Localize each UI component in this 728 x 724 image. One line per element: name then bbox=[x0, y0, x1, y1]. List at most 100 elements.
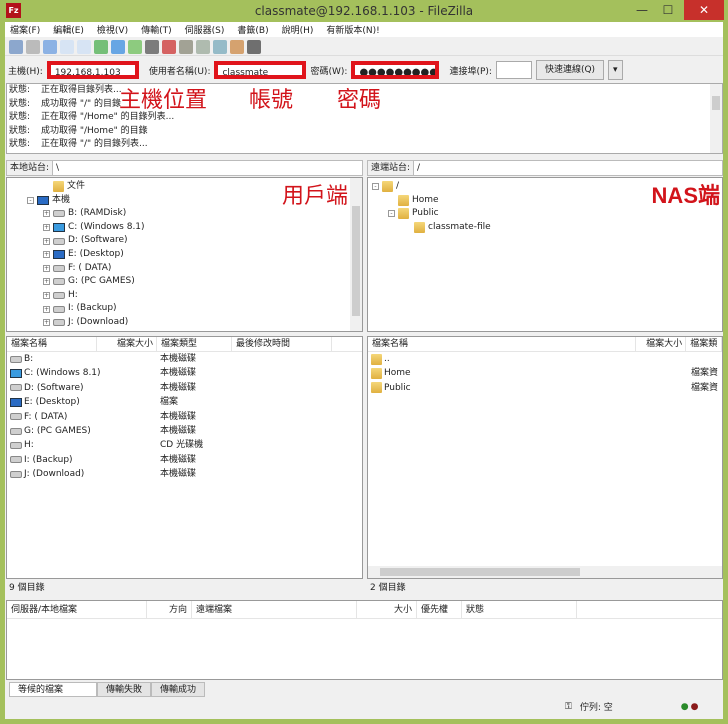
file-row[interactable]: F: ( DATA) 本機磁碟 bbox=[7, 410, 362, 424]
toolbar-icon-button[interactable] bbox=[9, 39, 23, 54]
tree-item[interactable]: + J: (Download) bbox=[11, 316, 362, 330]
collapse-icon[interactable]: - bbox=[388, 210, 395, 218]
toolbar-icon-button[interactable] bbox=[179, 39, 193, 54]
tree-item[interactable]: + F: ( DATA) bbox=[11, 262, 362, 276]
toolbar-icon-button[interactable] bbox=[111, 39, 125, 54]
file-name: I: (Backup) bbox=[7, 453, 157, 467]
queue-column-header[interactable]: 伺服器/本地檔案 bbox=[7, 601, 147, 618]
column-header[interactable]: 檔案類 bbox=[686, 337, 722, 351]
toolbar-icon-button[interactable] bbox=[230, 39, 244, 54]
toolbar-icon-button[interactable] bbox=[213, 39, 227, 54]
username-input[interactable]: classmate bbox=[214, 61, 307, 79]
toolbar-icon-button[interactable] bbox=[247, 39, 261, 54]
tree-label: G: (PC GAMES) bbox=[68, 276, 135, 287]
expand-icon[interactable]: + bbox=[43, 264, 50, 272]
menu-item[interactable]: 傳輸(T) bbox=[141, 23, 172, 36]
toolbar-icon-button[interactable] bbox=[94, 39, 108, 54]
queue-column-header[interactable]: 遠端檔案 bbox=[192, 601, 357, 618]
minimize-button[interactable]: — bbox=[630, 0, 654, 20]
collapse-icon[interactable]: - bbox=[27, 196, 34, 204]
toolbar-icon-button[interactable] bbox=[60, 39, 74, 54]
quickconnect-dropdown[interactable]: ▾ bbox=[608, 60, 623, 80]
file-row[interactable]: Home 檔案資 bbox=[368, 366, 722, 380]
file-row[interactable]: Public 檔案資 bbox=[368, 381, 722, 395]
quickconnect-button[interactable]: 快速連線(Q) bbox=[535, 60, 605, 80]
queue-tab[interactable]: 等候的檔案 bbox=[9, 682, 97, 697]
log-scrollbar[interactable] bbox=[710, 84, 722, 153]
column-header[interactable]: 檔案大小 bbox=[97, 337, 157, 351]
file-row[interactable]: G: (PC GAMES) 本機磁碟 bbox=[7, 424, 362, 438]
expand-icon[interactable]: + bbox=[43, 224, 50, 232]
file-row[interactable]: B: 本機磁碟 bbox=[7, 352, 362, 366]
file-type: 本機磁碟 bbox=[160, 469, 197, 480]
file-row[interactable]: D: (Software) 本機磁碟 bbox=[7, 381, 362, 395]
tree-item[interactable]: + G: (PC GAMES) bbox=[11, 275, 362, 289]
menu-item[interactable]: 檔案(F) bbox=[10, 23, 40, 36]
maximize-button[interactable]: ☐ bbox=[656, 0, 680, 20]
toolbar-icon-button[interactable] bbox=[43, 39, 57, 54]
menu-item[interactable]: 檢視(V) bbox=[97, 23, 128, 36]
column-header[interactable]: 檔案名稱 bbox=[368, 337, 637, 351]
tree-item[interactable]: classmate-file bbox=[372, 221, 722, 235]
tree-item[interactable]: + H: bbox=[11, 289, 362, 303]
file-row[interactable]: C: (Windows 8.1) 本機磁碟 bbox=[7, 366, 362, 380]
menu-item[interactable]: 說明(H) bbox=[282, 23, 314, 36]
password-input[interactable]: ●●●●●●●●● bbox=[351, 61, 440, 79]
expand-icon[interactable]: + bbox=[43, 251, 50, 259]
toolbar-icon-button[interactable] bbox=[162, 39, 176, 54]
menu-item[interactable]: 書籤(B) bbox=[237, 23, 268, 36]
file-row[interactable]: .. bbox=[368, 352, 722, 366]
queue-tab[interactable]: 傳輸成功 bbox=[151, 682, 206, 697]
drive-icon bbox=[10, 384, 22, 392]
queue-column-header[interactable]: 優先權 bbox=[417, 601, 462, 618]
close-button[interactable]: ✕ bbox=[684, 0, 724, 20]
host-input[interactable]: 192.168.1.103 bbox=[46, 61, 139, 79]
column-header[interactable]: 檔案類型 bbox=[157, 337, 232, 351]
toolbar-icon-button[interactable] bbox=[145, 39, 159, 54]
expand-icon[interactable]: + bbox=[43, 319, 50, 327]
queue-tab[interactable]: 傳輸失敗 bbox=[97, 682, 152, 697]
column-header[interactable]: 檔案名稱 bbox=[7, 337, 97, 351]
local-tree-scrollbar[interactable] bbox=[350, 178, 362, 331]
message-log: 狀態: 正在取得目錄列表... 狀態: 成功取得 "/" 的目錄 狀態: 正在取得 "/H… bbox=[6, 83, 723, 154]
file-row[interactable]: H: CD 光碟機 bbox=[7, 438, 362, 452]
toolbar-icon-button[interactable] bbox=[77, 39, 91, 54]
remote-hscrollbar[interactable] bbox=[368, 566, 722, 578]
folder-icon bbox=[371, 368, 382, 380]
file-row[interactable]: E: (Desktop) 檔案 bbox=[7, 395, 362, 409]
file-row[interactable]: I: (Backup) 本機磁碟 bbox=[7, 453, 362, 467]
remote-path-input[interactable]: / bbox=[414, 161, 722, 175]
expand-icon[interactable]: + bbox=[43, 210, 50, 218]
queue-column-header[interactable]: 大小 bbox=[357, 601, 417, 618]
activity-led-green-icon: ● bbox=[680, 701, 689, 712]
menu-item[interactable]: 伺服器(S) bbox=[185, 23, 225, 36]
column-header[interactable]: 檔案大小 bbox=[636, 337, 687, 351]
port-input[interactable] bbox=[495, 61, 532, 79]
drive-icon bbox=[53, 278, 65, 286]
menu-item[interactable]: 有新版本(N)! bbox=[326, 23, 379, 36]
toolbar-icon-button[interactable] bbox=[128, 39, 142, 54]
expand-icon[interactable]: + bbox=[43, 278, 50, 286]
drive-icon bbox=[10, 427, 22, 435]
expand-icon[interactable]: + bbox=[43, 237, 50, 245]
drive-icon bbox=[53, 237, 65, 245]
tree-item[interactable]: + E: (Desktop) bbox=[11, 248, 362, 262]
queue-column-header[interactable]: 方向 bbox=[147, 601, 192, 618]
tree-item[interactable]: + D: (Software) bbox=[11, 234, 362, 248]
file-name: C: (Windows 8.1) bbox=[7, 366, 157, 380]
folder-icon bbox=[53, 181, 64, 193]
file-row[interactable]: J: (Download) 本機磁碟 bbox=[7, 467, 362, 481]
file-name: F: ( DATA) bbox=[7, 410, 157, 424]
expand-icon[interactable]: + bbox=[43, 292, 50, 300]
queue-column-header[interactable]: 狀態 bbox=[462, 601, 577, 618]
tree-item[interactable]: + I: (Backup) bbox=[11, 302, 362, 316]
local-path-input[interactable]: \ bbox=[53, 161, 362, 175]
menu-item[interactable]: 編輯(E) bbox=[53, 23, 84, 36]
expand-icon[interactable]: + bbox=[43, 305, 50, 313]
column-header[interactable]: 最後修改時間 bbox=[232, 337, 332, 351]
tree-item[interactable]: + C: (Windows 8.1) bbox=[11, 221, 362, 235]
file-name: E: (Desktop) bbox=[7, 395, 157, 409]
toolbar-icon-button[interactable] bbox=[196, 39, 210, 54]
toolbar-icon-button[interactable] bbox=[26, 39, 40, 54]
collapse-icon[interactable]: - bbox=[372, 183, 379, 191]
